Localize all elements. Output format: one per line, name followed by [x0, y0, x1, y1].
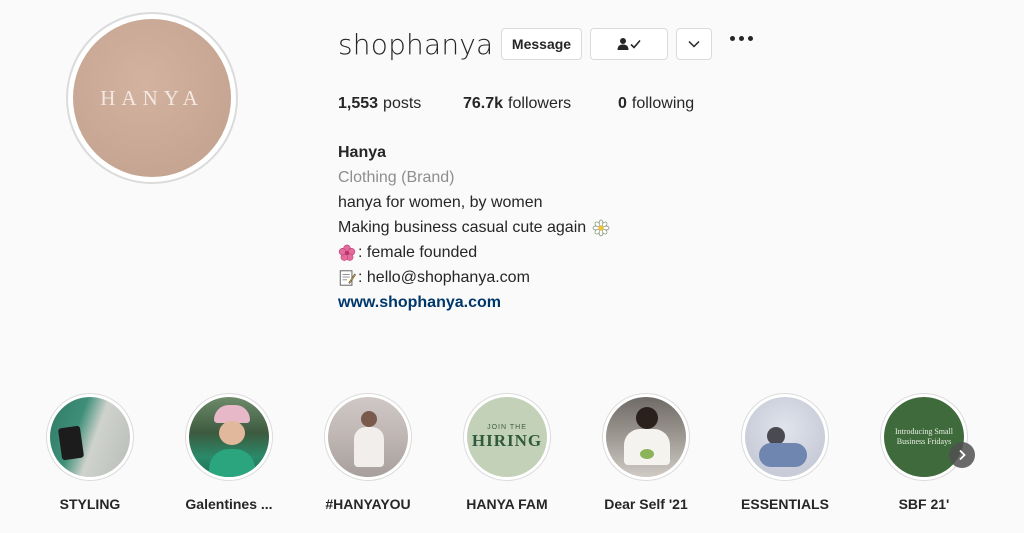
message-button-label: Message [511, 36, 572, 52]
daisy-emoji [592, 219, 610, 236]
highlight-cover: JOIN THE HIRING [467, 397, 547, 477]
bio-line-3-row: : female founded [338, 240, 612, 265]
highlight-label: STYLING [59, 496, 121, 512]
highlight-cover [745, 397, 825, 477]
highlight-label: ESSENTIALS [741, 496, 829, 512]
highlight-cover [50, 397, 130, 477]
hiring-main-text: HIRING [471, 430, 543, 450]
bio-line-3: : female founded [358, 244, 478, 261]
sbf-cover-line-2: Business Fridays [896, 437, 952, 446]
profile-username: shophanya [338, 28, 494, 61]
highlight-hanyayou[interactable]: #HANYAYOU [308, 393, 428, 512]
highlight-label: Dear Self '21 [604, 496, 688, 512]
highlight-styling[interactable]: STYLING [30, 393, 150, 512]
highlight-cover [328, 397, 408, 477]
following-number: 0 [618, 95, 627, 112]
profile-avatar[interactable]: HANYA [66, 12, 238, 184]
profile-website-link[interactable]: www.shophanya.com [338, 290, 612, 315]
bio-line-1: hanya for women, by women [338, 194, 543, 211]
following-label: following [631, 95, 695, 112]
chevron-right-icon [959, 449, 966, 461]
more-options-icon[interactable] [730, 36, 753, 41]
hibiscus-emoji [338, 244, 356, 261]
bio-line-2: Making business casual cute again [338, 219, 587, 236]
profile-bio: Hanya Clothing (Brand) hanya for women, … [338, 140, 612, 315]
message-button[interactable]: Message [501, 28, 582, 60]
followers-number: 76.7k [463, 95, 504, 112]
highlight-cover: Introducing Small Business Fridays [884, 397, 964, 477]
posts-label: posts [383, 95, 422, 112]
hiring-top-text: JOIN THE [487, 423, 527, 431]
highlight-cover [189, 397, 269, 477]
bio-line-4: : hello@shophanya.com [358, 269, 530, 286]
highlight-essentials[interactable]: ESSENTIALS [725, 393, 845, 512]
profile-full-name: Hanya [338, 144, 387, 161]
highlight-label: #HANYAYOU [325, 496, 411, 512]
avatar-image: HANYA [73, 19, 231, 177]
sbf-cover-line-1: Introducing Small [895, 427, 953, 436]
following-link[interactable]: 0 following [618, 95, 694, 113]
suggested-accounts-dropdown[interactable] [676, 28, 712, 60]
highlight-hanya-fam[interactable]: JOIN THE HIRING HANYA FAM [447, 393, 567, 512]
highlight-label: HANYA FAM [466, 496, 548, 512]
followers-label: followers [508, 95, 572, 112]
chevron-down-icon [688, 40, 700, 48]
person-check-icon [617, 38, 641, 50]
highlights-next-button[interactable] [949, 442, 975, 468]
following-button[interactable] [590, 28, 668, 60]
posts-number: 1,553 [338, 95, 379, 112]
memo-emoji [339, 269, 356, 286]
highlight-label: Galentines ... [185, 496, 273, 512]
highlight-cover [606, 397, 686, 477]
highlight-label: SBF 21' [898, 496, 950, 512]
highlight-dear-self[interactable]: Dear Self '21 [586, 393, 706, 512]
profile-category: Clothing (Brand) [338, 169, 455, 186]
followers-link[interactable]: 76.7k followers [463, 95, 571, 113]
bio-line-4-row: : hello@shophanya.com [338, 265, 612, 290]
brand-logo-text: HANYA [100, 85, 204, 110]
posts-count: 1,553 posts [338, 95, 421, 113]
story-highlights: STYLING Galentines ... #HANYAYOU JOIN TH… [0, 393, 1024, 533]
bio-line-2-row: Making business casual cute again [338, 215, 612, 240]
highlight-galentines[interactable]: Galentines ... [169, 393, 289, 512]
